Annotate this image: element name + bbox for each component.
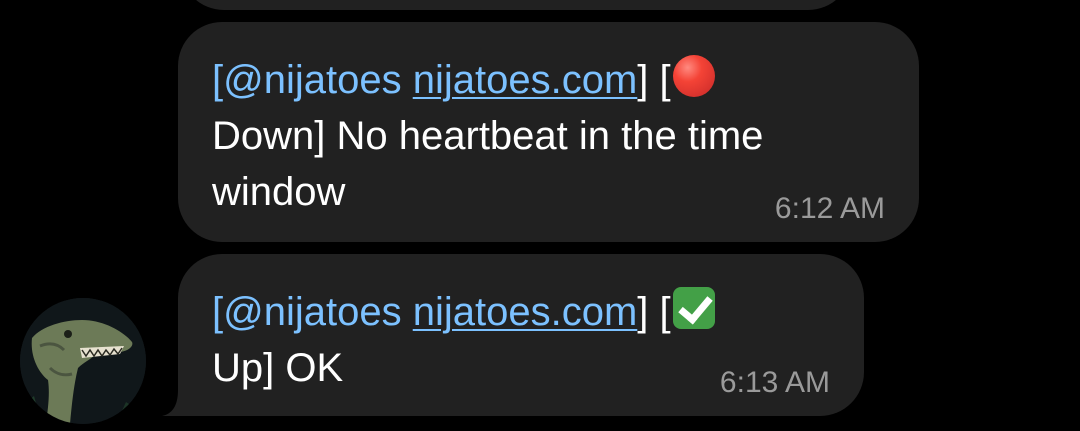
mention[interactable]: [@nijatoes xyxy=(212,290,402,334)
previous-message-bubble[interactable] xyxy=(180,0,852,10)
message-bubble-up[interactable]: [@nijatoes nijatoes.com] [ Up] OK 6:13 AM xyxy=(178,254,864,416)
message-body: OK xyxy=(285,346,344,390)
status-word: Up] xyxy=(212,346,275,390)
status-word: Down] xyxy=(212,114,326,158)
chat-view: [@nijatoes nijatoes.com] [Down] No heart… xyxy=(0,0,1080,431)
check-mark-icon xyxy=(671,285,717,331)
sender-avatar[interactable] xyxy=(20,298,146,424)
message-time: 6:12 AM xyxy=(774,192,885,225)
site-link[interactable]: nijatoes.com xyxy=(413,58,638,102)
bracket: ] xyxy=(637,290,649,334)
bracket: [ xyxy=(659,58,671,102)
site-link[interactable]: nijatoes.com xyxy=(413,290,638,334)
message-time: 6:13 AM xyxy=(719,366,830,399)
mention[interactable]: [@nijatoes xyxy=(212,58,402,102)
dinosaur-avatar-icon xyxy=(20,298,146,424)
message-bubble-down[interactable]: [@nijatoes nijatoes.com] [Down] No heart… xyxy=(178,22,919,242)
bracket: [ xyxy=(659,290,671,334)
bracket: ] xyxy=(637,58,649,102)
red-circle-icon xyxy=(671,53,717,99)
